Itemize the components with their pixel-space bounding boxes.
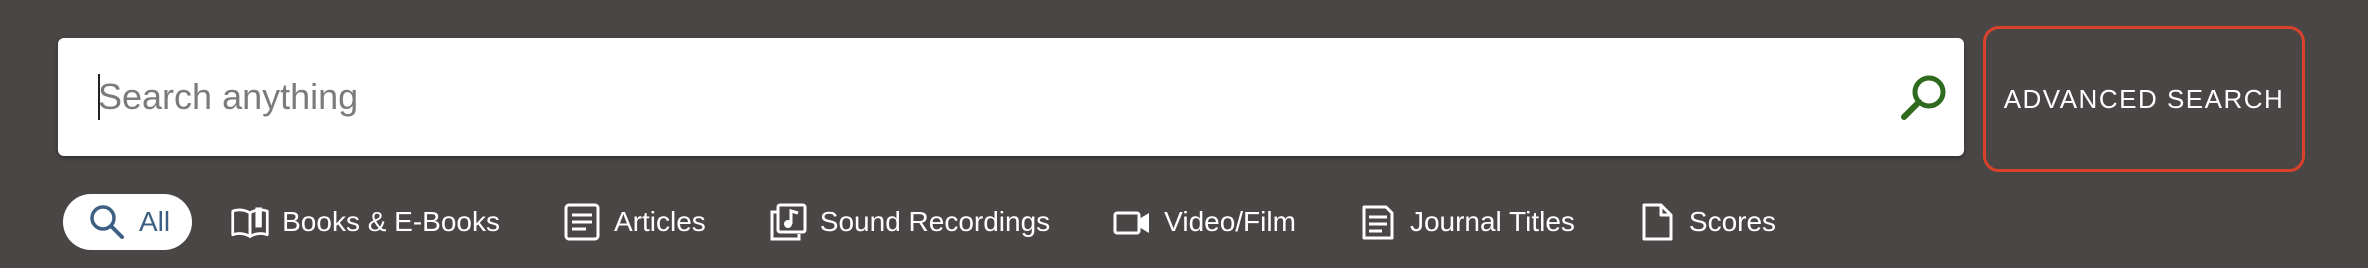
video-camera-icon: [1112, 202, 1152, 242]
filter-scores-label: Scores: [1688, 206, 1777, 237]
filter-all-label: All: [139, 206, 171, 237]
filter-articles-label: Articles: [614, 206, 706, 237]
search-submit-button[interactable]: [1898, 72, 1950, 124]
search-scope-filters: All Books & E-Books Articles Sound Recor…: [63, 194, 1776, 250]
advanced-search-label: ADVANCED SEARCH: [2003, 83, 2285, 114]
search-input[interactable]: [58, 38, 1964, 156]
search-bar: [58, 38, 1964, 156]
filter-scores[interactable]: Scores: [1637, 194, 1776, 250]
document-icon: [1637, 202, 1677, 242]
book-icon: [230, 202, 270, 242]
advanced-search-button[interactable]: ADVANCED SEARCH: [1983, 26, 2305, 172]
music-note-icon: [768, 202, 808, 242]
filter-sound-recordings[interactable]: Sound Recordings: [768, 194, 1050, 250]
filter-video-film[interactable]: Video/Film: [1112, 194, 1296, 250]
text-cursor: [98, 74, 100, 120]
filter-journal-titles[interactable]: Journal Titles: [1358, 194, 1575, 250]
article-icon: [562, 202, 602, 242]
search-icon: [87, 202, 127, 242]
magnifier-icon: [1901, 75, 1946, 120]
journal-icon: [1358, 202, 1398, 242]
filter-articles[interactable]: Articles: [562, 194, 706, 250]
filter-books-label: Books & E-Books: [282, 206, 500, 237]
filter-all[interactable]: All: [63, 194, 193, 250]
search-header: ADVANCED SEARCH All Books & E-Books: [0, 0, 2368, 268]
filter-sound-label: Sound Recordings: [819, 206, 1051, 237]
filter-books[interactable]: Books & E-Books: [230, 194, 500, 250]
filter-journal-label: Journal Titles: [1409, 206, 1575, 237]
filter-video-label: Video/Film: [1164, 206, 1296, 237]
